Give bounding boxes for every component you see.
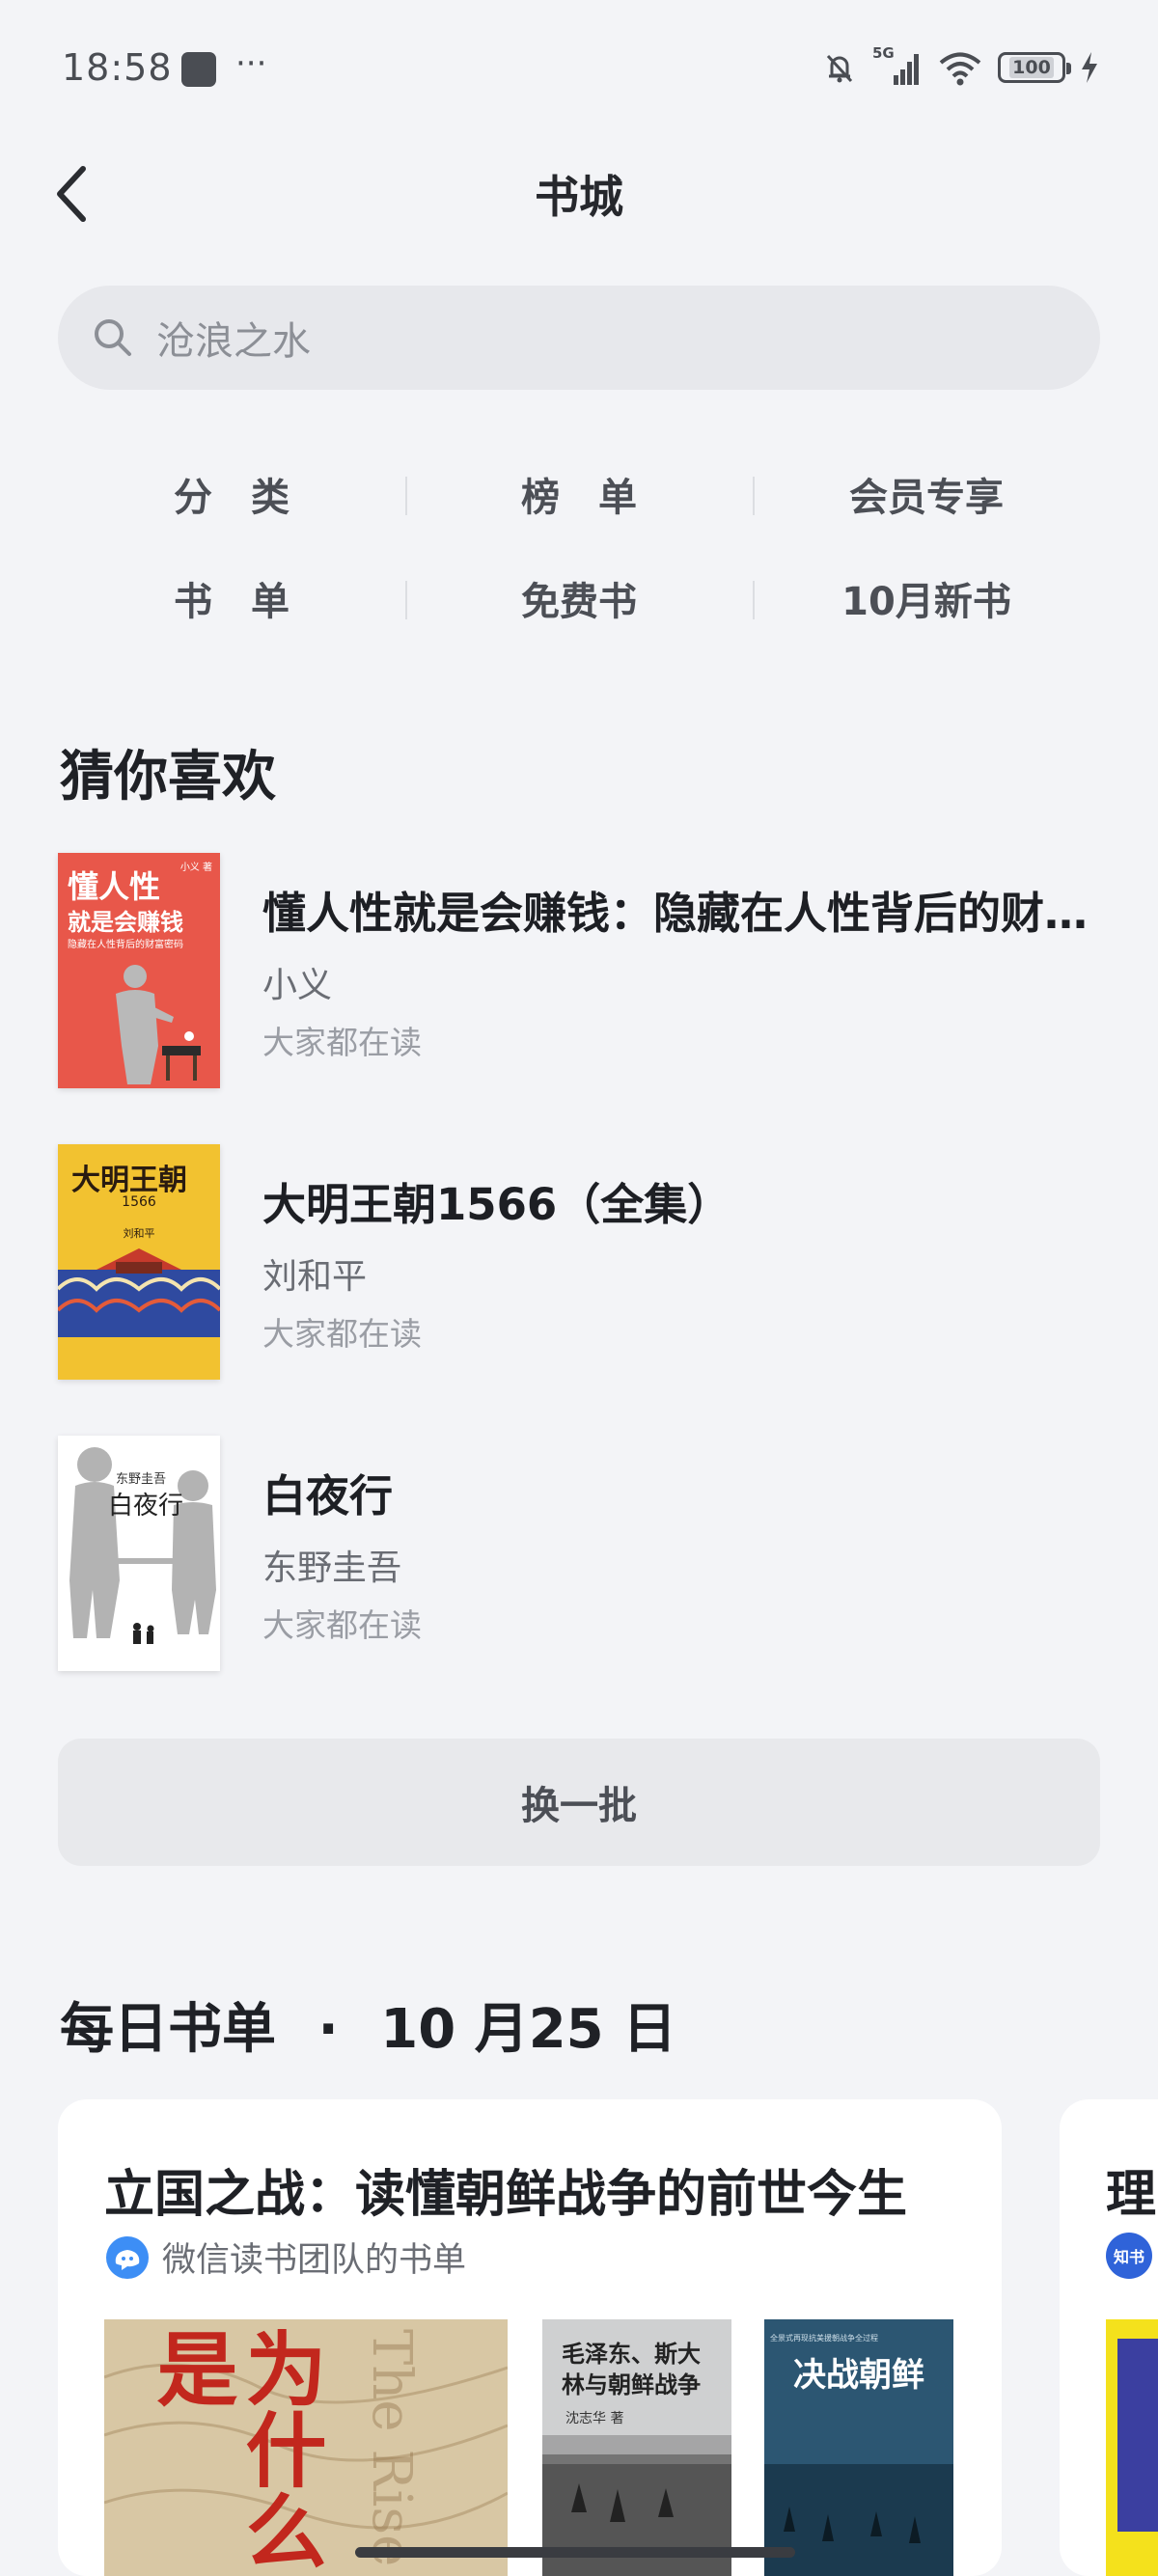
book-title: 大明王朝1566（全集）: [262, 1179, 731, 1230]
section-title-recommend: 猜你喜欢: [60, 746, 276, 808]
booklist-title: 立国之战：读懂朝鲜战争的前世今生: [104, 2166, 908, 2224]
book-cover: 大明王朝 1566 刘和平: [58, 1144, 220, 1380]
bell-muted-icon: [826, 54, 853, 83]
cellular-signal-icon: 5G: [872, 44, 923, 87]
book-note: 大家都在读: [262, 1606, 422, 1644]
cover-illustration: [764, 2464, 953, 2576]
source-icon-text: 知书: [1113, 2248, 1144, 2266]
cover-title: 为什么是: [144, 2327, 328, 2570]
battery-level: 100: [1009, 57, 1054, 78]
book-author: 东野圭吾: [262, 1548, 402, 1588]
booklist-source-label: 微信读书团队的书单: [162, 2241, 467, 2280]
more-notifications-icon: ···: [235, 44, 267, 83]
category-new-books[interactable]: 10月新书: [753, 546, 1100, 650]
book-author: 刘和平: [262, 1257, 368, 1297]
category-grid: 分 类 榜 单 会员专享 书 单 免费书 10月新书: [58, 442, 1100, 650]
book-item[interactable]: 大明王朝 1566 刘和平 大明王朝1566（全集） 刘和平 大家都在读: [58, 1144, 1100, 1380]
category-rankings[interactable]: 榜 单: [405, 442, 753, 546]
booklist-book-cover[interactable]: 为什么是 The Rise: [104, 2319, 508, 2576]
status-icons: 5G 100: [820, 44, 1100, 89]
cover-illustration: [1117, 2339, 1158, 2532]
wechat-read-icon: [106, 2235, 149, 2279]
cover-english-title: The Rise: [360, 2329, 423, 2567]
book-title: 白夜行: [262, 1470, 394, 1521]
book-cover: 懂人性 就是会赚钱 隐藏在人性背后的财富密码 小义 著: [58, 853, 220, 1088]
status-time: 18:58: [62, 46, 173, 89]
charging-icon: [1082, 52, 1097, 83]
booklist-book-cover[interactable]: 全景式再现抗美援朝战争全过程 决战朝鲜: [764, 2319, 953, 2576]
book-cover: 东野圭吾 白夜行: [58, 1436, 220, 1671]
booklist-source: 微信读书团队的书单: [104, 2233, 466, 2282]
cover-illustration: [58, 1248, 220, 1337]
page-title: 书城: [535, 171, 623, 223]
category-free-books[interactable]: 免费书: [405, 546, 753, 650]
book-note: 大家都在读: [262, 1024, 422, 1061]
booklist-card[interactable]: 立国之战：读懂朝鲜战争的前世今生 微信读书团队的书单 为什么是 The Rise…: [58, 2099, 1002, 2576]
booklist-source-icon: 知书: [1106, 2233, 1152, 2279]
booklist-book-cover[interactable]: [1106, 2319, 1158, 2576]
battery-icon: 100: [998, 52, 1071, 83]
book-title: 懂人性就是会赚钱：隐藏在人性背后的财富密码: [262, 888, 1102, 939]
category-booklists[interactable]: 书 单: [58, 546, 405, 650]
daily-date: 10 月25 日: [380, 1998, 677, 2061]
wifi-icon: [939, 52, 981, 86]
cover-title: 白夜行: [108, 1492, 184, 1521]
book-item[interactable]: 东野圭吾 白夜行 白夜行 东野圭吾 大家都在读: [58, 1436, 1100, 1671]
daily-separator: ·: [317, 1998, 339, 2061]
cover-illustration: [116, 965, 201, 1084]
search-placeholder: 沧浪之水: [156, 319, 311, 364]
cover-author: 东野圭吾: [116, 1472, 167, 1487]
book-note: 大家都在读: [262, 1315, 422, 1353]
search-icon: [95, 319, 131, 356]
booklist-book-cover[interactable]: 毛泽东、斯大林与朝鲜战争 沈志华 著: [542, 2319, 731, 2576]
category-member-exclusive[interactable]: 会员专享: [753, 442, 1100, 546]
status-bar: 18:58 ··· 5G 100: [0, 0, 1158, 135]
notification-icon: [181, 52, 216, 87]
category-classification[interactable]: 分 类: [58, 442, 405, 546]
section-title-daily: 每日书单 · 10 月25 日: [60, 1986, 676, 2064]
search-input[interactable]: 沧浪之水: [58, 286, 1100, 390]
home-indicator[interactable]: [355, 2547, 795, 2558]
cover-illustration: [542, 2435, 731, 2576]
refresh-button[interactable]: 换一批: [58, 1739, 1100, 1866]
screen: 18:58 ··· 5G 100 书城 沧浪之水 分 类 榜 单 会员专享 书 …: [0, 0, 1158, 2576]
daily-title: 每日书单: [60, 1998, 276, 2061]
book-item[interactable]: 懂人性 就是会赚钱 隐藏在人性背后的财富密码 小义 著 懂人性就是会赚钱：隐藏在…: [58, 853, 1102, 1088]
booklist-card[interactable]: 理 知书: [1060, 2099, 1158, 2576]
book-author: 小义: [262, 966, 333, 1005]
booklist-title: 理: [1106, 2166, 1157, 2224]
